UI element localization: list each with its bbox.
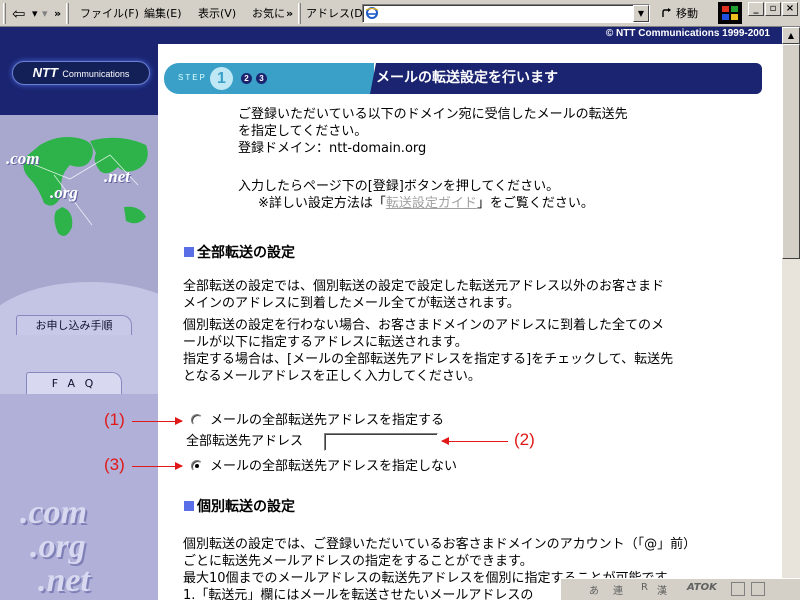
section1-line-1: 全部転送の設定では、個別転送の設定で設定した転送元アドレス以外のお客さまド [183,279,665,294]
section2-line-4: 1.「転送元」欄にはメールを転送させたいメールアドレスの [183,588,534,600]
radio-no-specify-address[interactable] [191,460,203,472]
section1-line-3: 個別転送の設定を行わない場合、お客さまドメインのアドレスに到着した全てのメ [183,318,665,333]
ime-atok[interactable]: ATOK [687,582,717,593]
annotation-3: (3) [104,455,125,474]
section1-line-4: ールが以下に指定するアドレスに転送されます。 [183,335,468,350]
intro-line-1: ご登録いただいている以下のドメイン宛に受信したメールの転送先 [238,107,628,122]
menubar-chevron-icon[interactable]: » [286,0,293,27]
step-banner: STEP 1 2 3 メールの転送設定を行います [164,63,762,94]
address-label: アドレス(D) [306,7,368,20]
map-word-com: .com [6,149,40,168]
scroll-up-icon[interactable]: ▲ [782,27,800,44]
vertical-scrollbar[interactable]: ▲ [782,27,800,600]
lower-word-org: .org [30,528,86,565]
instruction-guide: ※詳しい設定方法は「転送設定ガイド」をご覧ください。 [258,195,594,212]
step-label: STEP [178,73,207,82]
browser-toolbar: ⇦ ▾ ▾ » ファイル(F) 編集(E) 表示(V) お気に » アドレス(D… [0,0,800,27]
world-map-icon [23,137,148,236]
heading-square-icon [184,247,194,257]
ime-help-icon[interactable] [751,582,765,596]
map-word-net: .net [104,167,130,186]
annotation-2: (2) [514,430,535,449]
transfer-guide-link[interactable]: 転送設定ガイド [386,196,477,211]
ime-toolbar: あ 連 R 漢 ATOK [560,578,800,600]
lower-word-com: .com [20,494,88,531]
back-arrow-icon[interactable]: ⇦ [12,0,25,27]
map-word-org: .org [50,183,78,202]
forward-dropdown-icon[interactable]: ▾ [42,0,48,27]
section2-line-2: ごとに転送先メールアドレスの指定をすることができます。 [183,554,533,569]
minimize-button[interactable]: _ [748,2,764,16]
all-forward-address-input[interactable] [324,433,438,451]
go-label: 移動 [676,7,698,20]
intro-line-2: を指定してください。 [238,124,368,139]
step-indicator: STEP 1 2 3 [164,63,374,94]
annotation-2-arrow [441,437,508,445]
menubar-grip[interactable] [66,3,69,24]
ime-tool-icon[interactable] [731,582,745,596]
section-all-forward-heading: 全部転送の設定 [184,244,295,262]
step-3-badge: 3 [256,73,267,84]
menu-file[interactable]: ファイル(F) [80,0,139,27]
maximize-button[interactable]: ▫ [765,2,781,16]
go-button[interactable]: 移動 [656,3,708,24]
ie-page-icon [365,7,379,19]
logo-text: NTT [32,65,58,80]
ntt-logo[interactable]: NTT Communications [12,61,150,85]
windows-logo-icon [718,2,742,24]
copyright-text: © NTT Communications 1999-2001 [605,28,770,39]
radio-no-specify-label[interactable]: メールの全部転送先アドレスを指定しない [210,458,457,475]
menu-view[interactable]: 表示(V) [198,0,236,27]
section1-line-5: 指定する場合は、[メールの全部転送先アドレスを指定する]をチェックして、転送先 [183,352,674,367]
instruction-register: 入力したらページ下の[登録]ボタンを押してください。 [238,179,560,194]
radio-specify-address[interactable] [191,414,203,426]
scroll-thumb[interactable] [782,44,800,259]
ime-hiragana[interactable]: あ [589,582,599,597]
toolbar-grip[interactable] [3,3,6,24]
step-1-badge: 1 [210,67,233,90]
section-all-forward-title: 全部転送の設定 [197,245,295,261]
logo-subtext: Communications [62,69,130,79]
registered-domain: 登録ドメイン：ntt-domain.org [238,141,427,156]
section1-line-2: メインのアドレスに到着したメール全てが転送されます。 [183,296,520,311]
main-content: © NTT Communications 1999-2001 STEP 1 2 … [158,27,782,600]
sidebar-tab-faq[interactable]: F A Q [26,372,122,394]
annotation-1: (1) [104,410,125,429]
ime-kanji[interactable]: 漢 [657,582,667,597]
go-arrow-icon [662,8,671,17]
all-forward-address-label: 全部転送先アドレス [186,434,304,449]
menu-favorites[interactable]: お気に [252,0,285,27]
left-sidebar: NTT Communications .com .org .net お申し込み手… [0,27,158,600]
guide-suffix: 」をご覧ください。 [476,196,594,211]
sidebar-header: NTT Communications [0,27,158,115]
step-title: メールの転送設定を行います [376,70,558,86]
ime-romaji[interactable]: R [641,582,648,593]
ime-conversion[interactable]: 連 [613,582,623,597]
annotation-3-arrow [132,462,183,470]
section1-line-6: となるメールアドレスを正しく入力してください。 [183,369,481,384]
address-field[interactable] [362,4,650,23]
toolbar-chevron-icon[interactable]: » [54,0,61,27]
addressbar-grip[interactable] [298,3,301,24]
menu-edit[interactable]: 編集(E) [144,0,182,27]
section-individual-forward-title: 個別転送の設定 [197,499,295,515]
heading-square-icon [184,501,194,511]
annotation-1-arrow [132,417,183,425]
back-dropdown-icon[interactable]: ▾ [32,0,38,27]
close-button[interactable]: × [782,2,798,16]
guide-prefix: ※詳しい設定方法は「 [258,196,386,211]
lower-word-net: .net [38,562,90,599]
section-individual-forward-heading: 個別転送の設定 [184,498,295,516]
sidebar-lower-decoration: .com .org .net [0,394,158,600]
address-dropdown-icon[interactable]: ▼ [633,5,649,22]
sidebar-tab-application-steps[interactable]: お申し込み手順 [16,315,132,335]
radio-specify-label[interactable]: メールの全部転送先アドレスを指定する [210,412,444,429]
step-2-badge: 2 [241,73,252,84]
section2-line-1: 個別転送の設定では、ご登録いただいているお客さまドメインのアカウント（「@」前） [183,537,697,552]
